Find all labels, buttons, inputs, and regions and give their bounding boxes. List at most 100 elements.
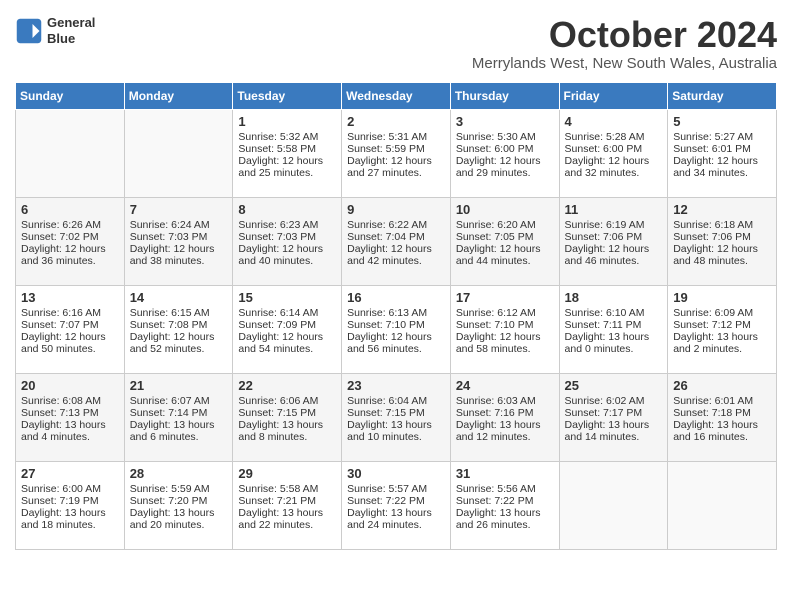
weekday-header: Thursday xyxy=(450,82,559,109)
calendar-cell: 25Sunrise: 6:02 AMSunset: 7:17 PMDayligh… xyxy=(559,373,668,461)
calendar-cell: 6Sunrise: 6:26 AMSunset: 7:02 PMDaylight… xyxy=(16,197,125,285)
daylight-text: Daylight: 12 hours and 52 minutes. xyxy=(130,331,228,355)
sunrise-text: Sunrise: 6:08 AM xyxy=(21,395,119,407)
sunrise-text: Sunrise: 6:23 AM xyxy=(238,219,336,231)
calendar-cell: 19Sunrise: 6:09 AMSunset: 7:12 PMDayligh… xyxy=(668,285,777,373)
day-number: 5 xyxy=(673,114,771,129)
daylight-text: Daylight: 12 hours and 38 minutes. xyxy=(130,243,228,267)
sunset-text: Sunset: 7:05 PM xyxy=(456,231,554,243)
daylight-text: Daylight: 13 hours and 8 minutes. xyxy=(238,419,336,443)
sunset-text: Sunset: 7:11 PM xyxy=(565,319,663,331)
daylight-text: Daylight: 13 hours and 12 minutes. xyxy=(456,419,554,443)
day-number: 18 xyxy=(565,290,663,305)
sunset-text: Sunset: 7:08 PM xyxy=(130,319,228,331)
calendar-header-row: SundayMondayTuesdayWednesdayThursdayFrid… xyxy=(16,82,777,109)
day-number: 20 xyxy=(21,378,119,393)
day-number: 14 xyxy=(130,290,228,305)
day-number: 22 xyxy=(238,378,336,393)
day-number: 13 xyxy=(21,290,119,305)
day-number: 26 xyxy=(673,378,771,393)
sunset-text: Sunset: 7:04 PM xyxy=(347,231,445,243)
sunset-text: Sunset: 7:06 PM xyxy=(565,231,663,243)
calendar-cell: 10Sunrise: 6:20 AMSunset: 7:05 PMDayligh… xyxy=(450,197,559,285)
calendar-cell: 14 Sunrise: 6:15 AMSunset: 7:08 PMDayligh… xyxy=(124,285,233,373)
location-title: Merrylands West, New South Wales, Austra… xyxy=(472,55,777,72)
calendar-cell: 27Sunrise: 6:00 AMSunset: 7:19 PMDayligh… xyxy=(16,461,125,549)
calendar-cell: 3Sunrise: 5:30 AMSunset: 6:00 PMDaylight… xyxy=(450,109,559,197)
sunset-text: Sunset: 5:59 PM xyxy=(347,143,445,155)
calendar-week-row: 13Sunrise: 6:16 AMSunset: 7:07 PMDayligh… xyxy=(16,285,777,373)
month-title: October 2024 xyxy=(472,15,777,55)
sunset-text: Sunset: 7:17 PM xyxy=(565,407,663,419)
day-number: 10 xyxy=(456,202,554,217)
calendar-cell: 29Sunrise: 5:58 AMSunset: 7:21 PMDayligh… xyxy=(233,461,342,549)
calendar-cell: 31Sunrise: 5:56 AMSunset: 7:22 PMDayligh… xyxy=(450,461,559,549)
sunrise-text: Sunrise: 6:06 AM xyxy=(238,395,336,407)
sunset-text: Sunset: 7:07 PM xyxy=(21,319,119,331)
daylight-text: Daylight: 13 hours and 16 minutes. xyxy=(673,419,771,443)
day-number: 29 xyxy=(238,466,336,481)
day-number: 23 xyxy=(347,378,445,393)
sunrise-text: Sunrise: 5:31 AM xyxy=(347,131,445,143)
day-number: 17 xyxy=(456,290,554,305)
day-number: 6 xyxy=(21,202,119,217)
sunset-text: Sunset: 7:15 PM xyxy=(238,407,336,419)
day-number: 2 xyxy=(347,114,445,129)
logo: General Blue xyxy=(15,15,95,46)
sunrise-text: Sunrise: 6:18 AM xyxy=(673,219,771,231)
sunset-text: Sunset: 7:12 PM xyxy=(673,319,771,331)
daylight-text: Daylight: 13 hours and 10 minutes. xyxy=(347,419,445,443)
sunrise-text: Sunrise: 6:02 AM xyxy=(565,395,663,407)
sunrise-text: Sunrise: 5:59 AM xyxy=(130,483,228,495)
sunset-text: Sunset: 6:01 PM xyxy=(673,143,771,155)
day-number: 4 xyxy=(565,114,663,129)
sunrise-text: Sunrise: 5:27 AM xyxy=(673,131,771,143)
calendar-cell: 16Sunrise: 6:13 AMSunset: 7:10 PMDayligh… xyxy=(342,285,451,373)
logo-icon xyxy=(15,17,43,45)
daylight-text: Daylight: 13 hours and 6 minutes. xyxy=(130,419,228,443)
calendar-cell: 18Sunrise: 6:10 AMSunset: 7:11 PMDayligh… xyxy=(559,285,668,373)
sunset-text: Sunset: 7:03 PM xyxy=(238,231,336,243)
sunrise-text: Sunrise: 5:28 AM xyxy=(565,131,663,143)
daylight-text: Daylight: 12 hours and 34 minutes. xyxy=(673,155,771,179)
daylight-text: Daylight: 12 hours and 40 minutes. xyxy=(238,243,336,267)
sunset-text: Sunset: 7:10 PM xyxy=(456,319,554,331)
sunset-text: Sunset: 7:18 PM xyxy=(673,407,771,419)
sunrise-text: Sunrise: 6:16 AM xyxy=(21,307,119,319)
sunset-text: Sunset: 7:15 PM xyxy=(347,407,445,419)
title-block: October 2024 Merrylands West, New South … xyxy=(472,15,777,78)
sunset-text: Sunset: 5:58 PM xyxy=(238,143,336,155)
daylight-text: Daylight: 13 hours and 20 minutes. xyxy=(130,507,228,531)
sunrise-text: Sunrise: 6:12 AM xyxy=(456,307,554,319)
day-number: 15 xyxy=(238,290,336,305)
calendar-cell: 23 Sunrise: 6:04 AMSunset: 7:15 PMDayligh… xyxy=(342,373,451,461)
sunset-text: Sunset: 7:22 PM xyxy=(456,495,554,507)
sunrise-text: Sunrise: 6:26 AM xyxy=(21,219,119,231)
calendar-week-row: 1Sunrise: 5:32 AMSunset: 5:58 PMDaylight… xyxy=(16,109,777,197)
daylight-text: Daylight: 12 hours and 58 minutes. xyxy=(456,331,554,355)
sunrise-text: Sunrise: 5:32 AM xyxy=(238,131,336,143)
weekday-header: Friday xyxy=(559,82,668,109)
day-number: 8 xyxy=(238,202,336,217)
calendar-cell: 24Sunrise: 6:03 AMSunset: 7:16 PMDayligh… xyxy=(450,373,559,461)
day-number: 19 xyxy=(673,290,771,305)
calendar-cell: 4Sunrise: 5:28 AMSunset: 6:00 PMDaylight… xyxy=(559,109,668,197)
calendar-cell: 12Sunrise: 6:18 AMSunset: 7:06 PMDayligh… xyxy=(668,197,777,285)
calendar-body: 1Sunrise: 5:32 AMSunset: 5:58 PMDaylight… xyxy=(16,109,777,549)
sunrise-text: Sunrise: 6:04 AM xyxy=(347,395,445,407)
calendar-cell: 22 Sunrise: 6:06 AMSunset: 7:15 PMDayligh… xyxy=(233,373,342,461)
logo-text: General Blue xyxy=(47,15,95,46)
day-number: 25 xyxy=(565,378,663,393)
sunset-text: Sunset: 7:02 PM xyxy=(21,231,119,243)
daylight-text: Daylight: 12 hours and 46 minutes. xyxy=(565,243,663,267)
calendar-cell: 5 Sunrise: 5:27 AMSunset: 6:01 PMDaylight… xyxy=(668,109,777,197)
sunrise-text: Sunrise: 6:15 AM xyxy=(130,307,228,319)
sunset-text: Sunset: 6:00 PM xyxy=(565,143,663,155)
sunrise-text: Sunrise: 6:20 AM xyxy=(456,219,554,231)
daylight-text: Daylight: 13 hours and 2 minutes. xyxy=(673,331,771,355)
day-number: 21 xyxy=(130,378,228,393)
daylight-text: Daylight: 12 hours and 50 minutes. xyxy=(21,331,119,355)
sunset-text: Sunset: 7:13 PM xyxy=(21,407,119,419)
day-number: 27 xyxy=(21,466,119,481)
daylight-text: Daylight: 12 hours and 42 minutes. xyxy=(347,243,445,267)
